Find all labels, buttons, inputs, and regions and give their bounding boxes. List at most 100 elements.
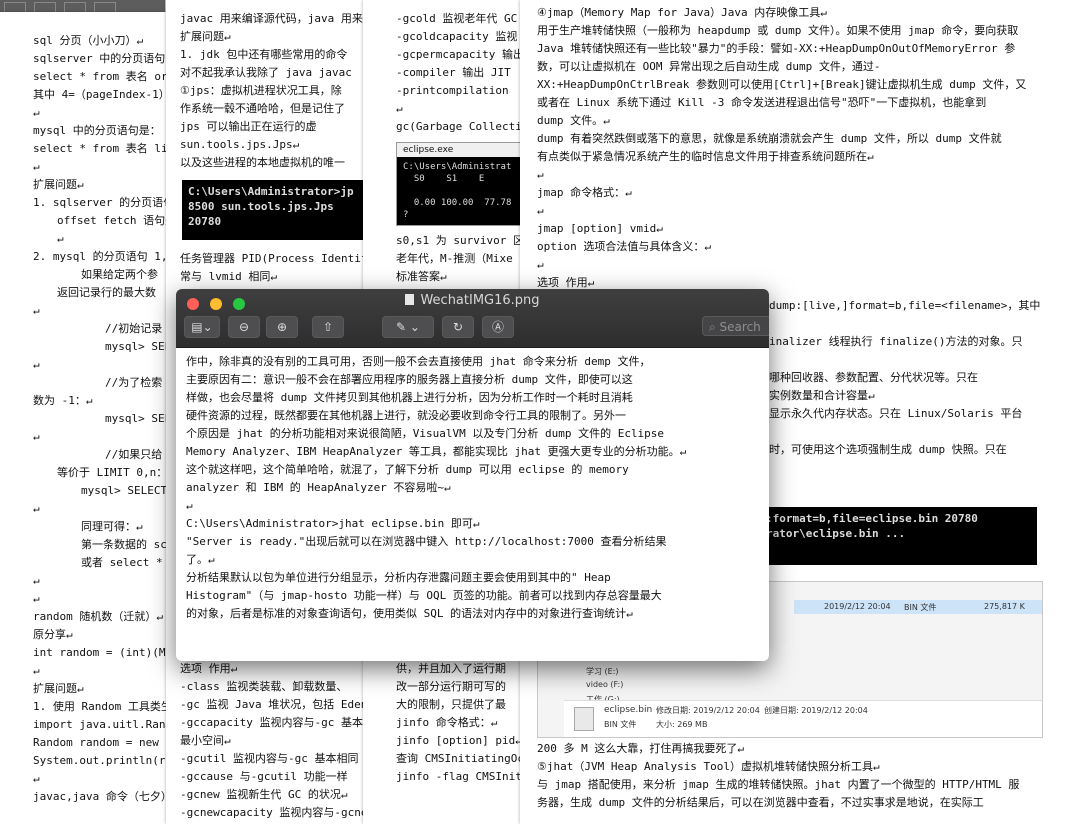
rotate-icon: ↻ (452, 320, 464, 334)
viewer-text-line: 作中，除非真的没有别的工具可用，否则一般不会去直接使用 jhat 命令来分析 d… (186, 355, 651, 368)
markup-pen-button[interactable]: ✎ ⌄ (382, 316, 434, 338)
text-line: 实例数量和合计容量↵ (769, 389, 875, 402)
text-line: ↵ (537, 204, 544, 217)
viewer-text-line: "Server is ready."出现后就可以在浏览器中键入 http://l… (186, 535, 667, 548)
text-line: 大的限制，只提供了最 (396, 698, 506, 711)
text-line: -class 监视类装载、卸载数量、 (180, 680, 348, 693)
text-line: 常与 lvmid 相同↵ (180, 270, 277, 283)
text-line: -gcold 监视老年代 GC (396, 12, 518, 25)
bin-file-icon (574, 707, 594, 731)
zoom-out-icon: ⊖ (238, 320, 250, 334)
text-line: 数，可以让虚拟机在 OOM 异常出现之后自动生成 dump 文件，通过- (537, 60, 881, 73)
zoom-out-button[interactable]: ⊖ (228, 316, 260, 338)
text-line: ↵ (33, 502, 40, 515)
text-line: ↵ (33, 106, 40, 119)
text-line: ↵ (33, 160, 40, 173)
drive-e: 学习 (E:) (586, 667, 619, 676)
text-line: jps 可以输出正在运行的虚 (180, 120, 317, 133)
text-line: jmap 命令格式：↵ (537, 186, 632, 199)
text-line: jmap [option] vmid↵ (537, 222, 663, 235)
text-line: offset fetch 语句是 (57, 214, 166, 227)
viewer-text-line: 样做，也会尽量将 dump 文件拷贝到其他机器上进行分析，因为分析工作时一个耗时… (186, 391, 633, 404)
text-line: 对不起我承认我除了 java javac (180, 66, 352, 79)
text-line: 2. mysql 的分页语句 1, (33, 250, 166, 263)
text-line: XX:+HeapDumpOnCtrlBreak 参数则可以使用[Ctrl]+[B… (537, 78, 1027, 91)
jmap-console-output: :format=b,file=eclipse.bin 20780 rator\e… (760, 507, 1037, 565)
text-line: ↵ (396, 102, 403, 115)
text-line: 有点类似于紧急情况系统产生的临时信息文件用于排查系统问题所在↵ (537, 150, 874, 163)
text-line: 200 多 M 这么大靠，打住再搞我要死了↵ (537, 742, 744, 755)
background-toolbar (0, 0, 165, 14)
text-line: 哪种回收器、参数配置、分代状况等。只在 (769, 371, 978, 384)
text-line: dump 文件。↵ (537, 114, 610, 127)
window-titlebar[interactable]: WechatIMG16.png ▤⌄ ⊖ ⊕ ⇧ ✎ ⌄ ↻ Ⓐ ⌕ Searc… (176, 289, 769, 348)
text-line: jinfo [option] pid↵ (396, 734, 520, 747)
text-line: s0,s1 为 survivor 区， (396, 234, 520, 247)
text-line: mysql> SEL (105, 412, 166, 425)
window-title: WechatIMG16.png (420, 293, 540, 308)
text-line: 用于生产堆转储快照（一般称为 heapdump 或 dump 文件）。如果不使用… (537, 24, 1019, 37)
text-line: jinfo 命令格式：↵ (396, 716, 498, 729)
text-line: //如果只给 (105, 448, 163, 461)
text-line: 1. 使用 Random 工具类生 (33, 700, 166, 713)
viewer-text-line: Memory Analyzer、IBM HeapAnalyzer 等工具，都能实… (186, 445, 687, 458)
text-line: 时，可使用这个选项强制生成 dump 快照。只在 (769, 443, 1007, 456)
text-line: 等价于 LIMIT 0,n： (57, 466, 166, 479)
text-line: random 随机数（迁就）↵ (33, 610, 163, 623)
text-line: ⑤jhat（JVM Heap Analysis Tool）虚拟机堆转储快照分析工… (537, 760, 880, 773)
text-line: 任务管理器 PID(Process Identif (180, 252, 363, 265)
text-line (769, 315, 1040, 333)
markup-toolbar-button[interactable]: Ⓐ (482, 316, 514, 338)
text-line: 原分享↵ (33, 628, 73, 641)
text-line: 其中 4=（pageIndex-1） (33, 88, 166, 101)
text-line: 同理可得：↵ (81, 520, 143, 533)
share-button[interactable]: ⇧ (312, 316, 344, 338)
text-line: ↵ (537, 168, 544, 181)
text-line: inalizer 线程执行 finalize()方法的对象。只 (769, 335, 1023, 348)
viewer-text-line: Histogram"（与 jmap-hosto 功能一样）与 OQL 页签的功能… (186, 589, 662, 602)
text-line: 显示永久代内存状态。只在 Linux/Solaris 平台 (769, 407, 1023, 420)
search-icon: ⌕ (709, 320, 720, 334)
console-window-title: eclipse.exe (403, 145, 454, 155)
image-content: 作中，除非真的没有别的工具可用，否则一般不会去直接使用 jhat 命令来分析 d… (176, 348, 769, 628)
viewer-text-line: 这个就这样吧，这个简单哈哈，就混了，了解下分析 dump 可以用 eclipse… (186, 463, 629, 476)
text-line (769, 423, 1040, 441)
text-line: mysql> SELE (105, 340, 166, 353)
text-line: ↵ (33, 574, 40, 587)
text-line: 选项 作用↵ (180, 662, 238, 675)
text-line: select * from 表名 orc (33, 70, 166, 83)
text-line: 标准答案↵ (396, 270, 447, 283)
text-line: gc(Garbage Collectio (396, 120, 520, 133)
rotate-button[interactable]: ↻ (442, 316, 474, 338)
text-line: -gcpermcapacity 输出 (396, 48, 520, 61)
text-line: 如果给定两个参 (81, 268, 158, 281)
image-viewer-window[interactable]: WechatIMG16.png ▤⌄ ⊖ ⊕ ⇧ ✎ ⌄ ↻ Ⓐ ⌕ Searc… (176, 289, 769, 661)
viewer-text-line: analyzer 和 IBM 的 HeapAnalyzer 不容易啦~↵ (186, 481, 451, 494)
text-line: 改一部分运行期可写的 (396, 680, 506, 693)
text-line: -printcompilation (396, 84, 509, 97)
share-icon: ⇧ (322, 320, 334, 334)
document-page-sql: sql 分页（小小刀）↵ sqlserver 中的分页语句 select * fro… (0, 12, 166, 824)
text-line: -compiler 输出 JIT (396, 66, 511, 79)
text-line: option 选项合法值与具体含义：↵ (537, 240, 711, 253)
jps-console-output: C:\Users\Administrator>jp 8500 sun.tools… (182, 180, 363, 240)
text-line: -gc 监视 Java 堆状况，包括 Eden (180, 698, 363, 711)
text-line: ↵ (33, 664, 40, 677)
text-line: 老年代，M-推测（Mixe (396, 252, 513, 265)
text-line: 供，并且加入了运行期 (396, 662, 506, 675)
search-field[interactable]: ⌕ Search (702, 316, 769, 336)
text-line: 作系统一毂不通哈哈，但是记住了 (180, 102, 345, 115)
text-line: int random = (int)(Mat (33, 646, 166, 659)
text-line: 与 jmap 搭配使用，来分析 jmap 生成的堆转储快照。jhat 内置了一个… (537, 778, 1020, 791)
text-line: 扩展问题↵ (180, 30, 231, 43)
text-line: jinfo -flag CMSIniti (396, 770, 520, 783)
text-line: 扩展问题↵ (33, 178, 84, 191)
text-line: //为了检索 (105, 376, 163, 389)
text-line: ↵ (33, 772, 40, 785)
text-line: javac 用来编译源代码，java 用来 (180, 12, 363, 25)
sidebar-toggle-button[interactable]: ▤⌄ (184, 316, 220, 338)
text-line: 1. sqlserver 的分页语句 (33, 196, 166, 209)
text-line: 或者 select * (81, 556, 163, 569)
viewer-text-line: 的对象，后者是标准的对象查询语句，使用类似 SQL 的语法对内存中的对象进行查询… (186, 607, 633, 620)
zoom-in-button[interactable]: ⊕ (266, 316, 298, 338)
